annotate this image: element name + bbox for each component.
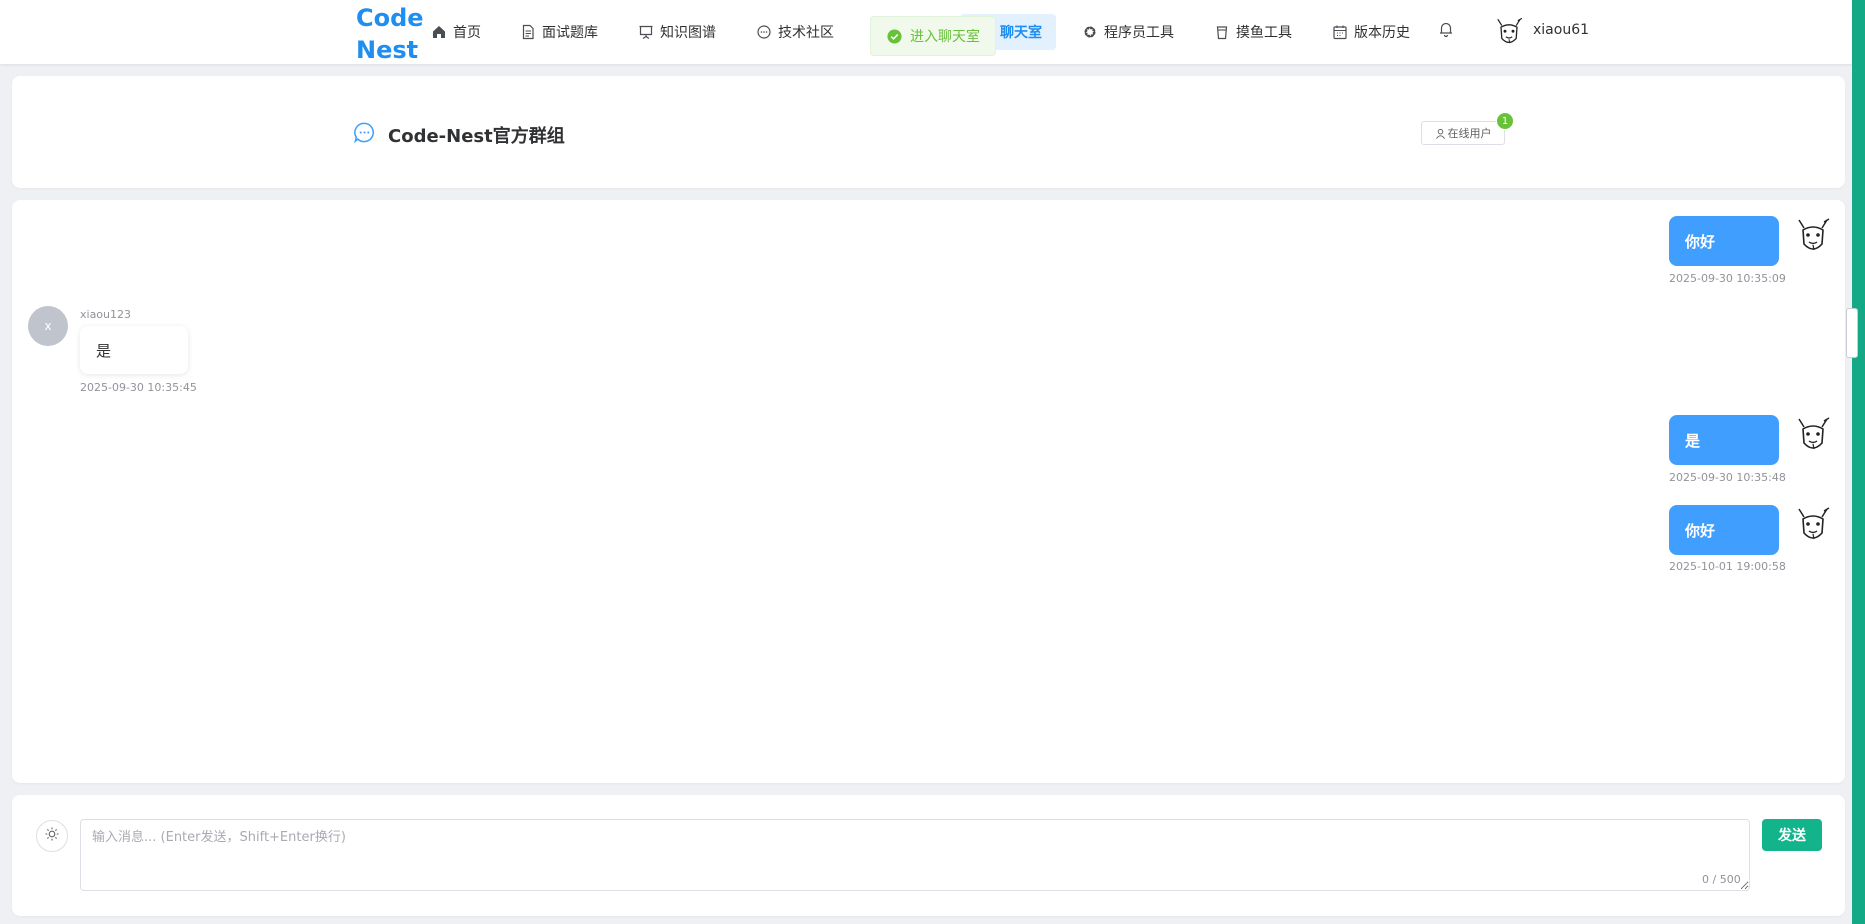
user-avatar[interactable] [1494, 16, 1524, 48]
side-panel-handle[interactable] [1846, 308, 1858, 358]
logo-line-2: Nest [356, 36, 419, 64]
message-input[interactable] [80, 819, 1750, 891]
bell-icon[interactable] [1437, 20, 1455, 38]
calendar-icon [1332, 24, 1348, 40]
message-time: 2025-09-30 10:35:09 [1669, 272, 1786, 285]
nav-item-community[interactable]: 技术社区 [756, 20, 834, 44]
group-title: Code-Nest官方群组 [388, 126, 565, 147]
message-bubble-other: 是 [80, 326, 188, 374]
nav-item-label: 面试题库 [542, 25, 598, 41]
nav-item-question-bank[interactable]: 面试题库 [520, 20, 598, 44]
emoji-button[interactable] [36, 820, 68, 852]
send-button[interactable]: 发送 [1762, 819, 1822, 851]
message-time: 2025-09-30 10:35:45 [80, 381, 197, 394]
presentation-icon [638, 24, 654, 40]
online-users-label: 在线用户 [1447, 127, 1492, 140]
logo-line-1: Code [356, 4, 424, 32]
nav-item-version-history[interactable]: 版本历史 [1332, 20, 1410, 44]
message-bubble-self: 是 [1669, 415, 1779, 465]
message-bubble-self: 你好 [1669, 505, 1779, 555]
avatar[interactable] [1795, 216, 1831, 256]
chat-icon [353, 121, 376, 144]
message-time: 2025-10-01 19:00:58 [1669, 560, 1786, 573]
sender-name: xiaou123 [80, 308, 132, 321]
sun-icon [45, 827, 59, 845]
avatar[interactable] [1795, 415, 1831, 455]
avatar[interactable]: x [28, 306, 68, 346]
nav-item-dev-tools[interactable]: 程序员工具 [1082, 20, 1174, 44]
nav-item-label: 首页 [453, 25, 481, 41]
home-icon [431, 24, 447, 40]
char-counter: 0 / 500 [1702, 873, 1741, 886]
check-circle-icon [887, 28, 902, 44]
user-icon [1435, 128, 1446, 139]
nav-item-label: 聊天室 [1000, 25, 1042, 41]
toast-text: 进入聊天室 [910, 29, 980, 45]
cup-icon [1214, 24, 1230, 40]
online-users-button[interactable]: 在线用户 [1421, 121, 1505, 145]
username[interactable]: xiaou61 [1533, 22, 1589, 38]
chat-bubble-icon [756, 24, 772, 40]
nav-item-knowledge-graph[interactable]: 知识图谱 [638, 20, 716, 44]
nav-item-fun-tools[interactable]: 摸鱼工具 [1214, 20, 1292, 44]
nav-item-label: 技术社区 [778, 25, 834, 41]
online-count-badge: 1 [1496, 112, 1514, 130]
logo[interactable]: Code Nest [356, 2, 426, 66]
message-bubble-self: 你好 [1669, 216, 1779, 266]
document-icon [520, 24, 536, 40]
message-list[interactable]: 你好 2025-09-30 10:35:09 x xiaou123 是 2025… [12, 200, 1845, 783]
nav-item-home[interactable]: 首页 [431, 20, 481, 44]
gear-icon [1082, 24, 1098, 40]
nav-item-label: 摸鱼工具 [1236, 25, 1292, 41]
message-composer: 0 / 500 发送 [12, 795, 1845, 916]
side-panel-strip [1846, 0, 1865, 924]
message-time: 2025-09-30 10:35:48 [1669, 471, 1786, 484]
nav-item-label: 知识图谱 [660, 25, 716, 41]
avatar[interactable] [1795, 505, 1831, 545]
nav-item-label: 程序员工具 [1104, 25, 1174, 41]
nav-item-label: 版本历史 [1354, 25, 1410, 41]
chat-header-card: Code-Nest官方群组 在线用户 1 [12, 76, 1845, 188]
success-toast: 进入聊天室 [870, 16, 996, 56]
